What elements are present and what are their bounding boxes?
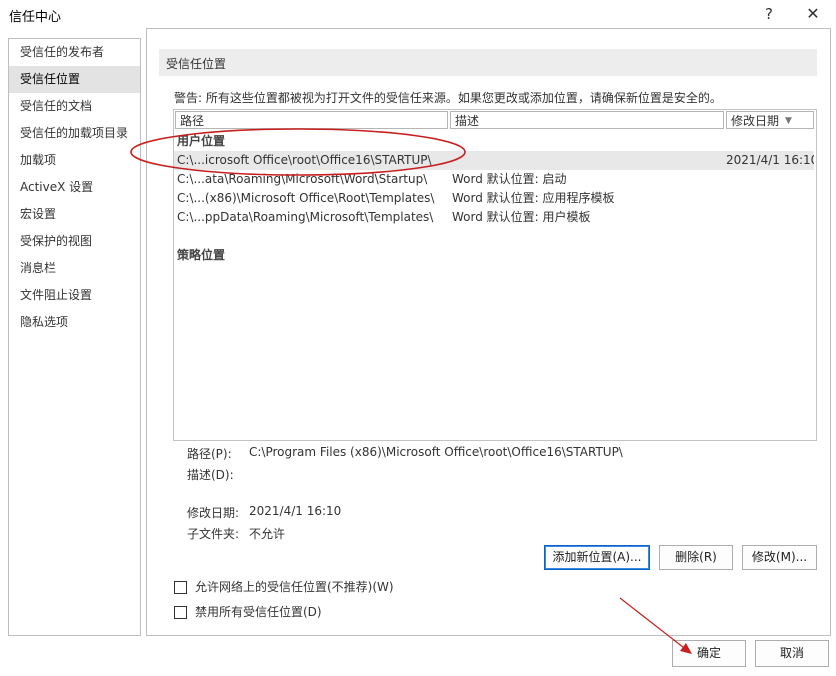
sidebar-item-message-bar[interactable]: 消息栏: [9, 255, 140, 282]
section-title: 受信任位置: [166, 57, 227, 71]
help-icon[interactable]: ?: [756, 2, 782, 26]
sidebar-item-activex[interactable]: ActiveX 设置: [9, 174, 140, 201]
detail-path-label: 路径(P):: [187, 447, 232, 461]
row-description: Word 默认位置: 启动: [452, 172, 567, 186]
remove-button[interactable]: 删除(R): [659, 545, 733, 570]
row-description: Word 默认位置: 用户模板: [452, 210, 591, 224]
section-header: 受信任位置: [159, 49, 817, 76]
detail-date-value: 2021/4/1 16:10: [249, 504, 342, 518]
group-user-locations: 用户位置: [177, 134, 226, 148]
group-policy-locations: 策略位置: [177, 248, 226, 262]
sidebar: 受信任的发布者 受信任位置 受信任的文档 受信任的加载项目录 加载项 Activ…: [8, 38, 141, 636]
row-date: 2021/4/1 16:10: [726, 153, 814, 167]
sidebar-item-file-block[interactable]: 文件阻止设置: [9, 282, 140, 309]
detail-subfolder-value: 不允许: [249, 527, 286, 541]
column-header-path[interactable]: 路径: [175, 111, 448, 129]
row-path: C:\...ata\Roaming\Microsoft\Word\Startup…: [177, 172, 428, 186]
main-panel: 受信任位置 警告: 所有这些位置都被视为打开文件的受信任来源。如果您更改或添加位…: [146, 28, 831, 636]
detail-path-value: C:\Program Files (x86)\Microsoft Office\…: [249, 445, 623, 459]
sidebar-item-addins[interactable]: 加载项: [9, 147, 140, 174]
column-header-description[interactable]: 描述: [450, 111, 724, 129]
table-row[interactable]: C:\...icrosoft Office\root\Office16\STAR…: [174, 151, 814, 170]
warning-text: 警告: 所有这些位置都被视为打开文件的受信任来源。如果您更改或添加位置，请确保新…: [174, 91, 722, 105]
table-row[interactable]: C:\...ppData\Roaming\Microsoft\Templates…: [174, 208, 814, 227]
close-icon[interactable]: ✕: [798, 2, 828, 26]
sidebar-item-protected-view[interactable]: 受保护的视图: [9, 228, 140, 255]
sidebar-item-macro-settings[interactable]: 宏设置: [9, 201, 140, 228]
detail-subfolder-label: 子文件夹:: [187, 527, 240, 541]
sort-down-icon: ▼: [785, 116, 792, 126]
disable-all-label: 禁用所有受信任位置(D): [195, 605, 322, 619]
detail-date-label: 修改日期:: [187, 506, 240, 520]
window-title: 信任中心: [9, 10, 62, 25]
trusted-locations-list[interactable]: 路径 描述 修改日期 ▼ 用户位置 C:\...icrosoft Office\r…: [173, 109, 817, 441]
sidebar-item-trusted-addin-catalogs[interactable]: 受信任的加载项目录: [9, 120, 140, 147]
add-new-location-button[interactable]: 添加新位置(A)...: [544, 545, 650, 570]
allow-network-label: 允许网络上的受信任位置(不推荐)(W): [195, 580, 394, 594]
cancel-button[interactable]: 取消: [755, 640, 829, 667]
modify-button[interactable]: 修改(M)...: [742, 545, 817, 570]
title-bar: 信任中心 ? ✕: [0, 0, 836, 30]
ok-button[interactable]: 确定: [672, 640, 746, 667]
row-path: C:\...ppData\Roaming\Microsoft\Templates…: [177, 210, 434, 224]
disable-all-checkbox-row[interactable]: 禁用所有受信任位置(D): [174, 603, 322, 620]
table-row[interactable]: C:\...(x86)\Microsoft Office\Root\Templa…: [174, 189, 814, 208]
sidebar-item-trusted-locations[interactable]: 受信任位置: [9, 66, 140, 93]
allow-network-checkbox-row[interactable]: 允许网络上的受信任位置(不推荐)(W): [174, 578, 394, 595]
column-header-date[interactable]: 修改日期 ▼: [726, 111, 814, 129]
sidebar-item-trusted-publishers[interactable]: 受信任的发布者: [9, 39, 140, 66]
row-path: C:\...icrosoft Office\root\Office16\STAR…: [177, 153, 432, 167]
disable-all-checkbox[interactable]: [174, 606, 187, 619]
sidebar-item-privacy[interactable]: 隐私选项: [9, 309, 140, 336]
allow-network-checkbox[interactable]: [174, 581, 187, 594]
table-row[interactable]: C:\...ata\Roaming\Microsoft\Word\Startup…: [174, 170, 814, 189]
row-description: Word 默认位置: 应用程序模板: [452, 191, 615, 205]
row-path: C:\...(x86)\Microsoft Office\Root\Templa…: [177, 191, 435, 205]
sidebar-item-trusted-documents[interactable]: 受信任的文档: [9, 93, 140, 120]
detail-description-label: 描述(D):: [187, 468, 234, 482]
